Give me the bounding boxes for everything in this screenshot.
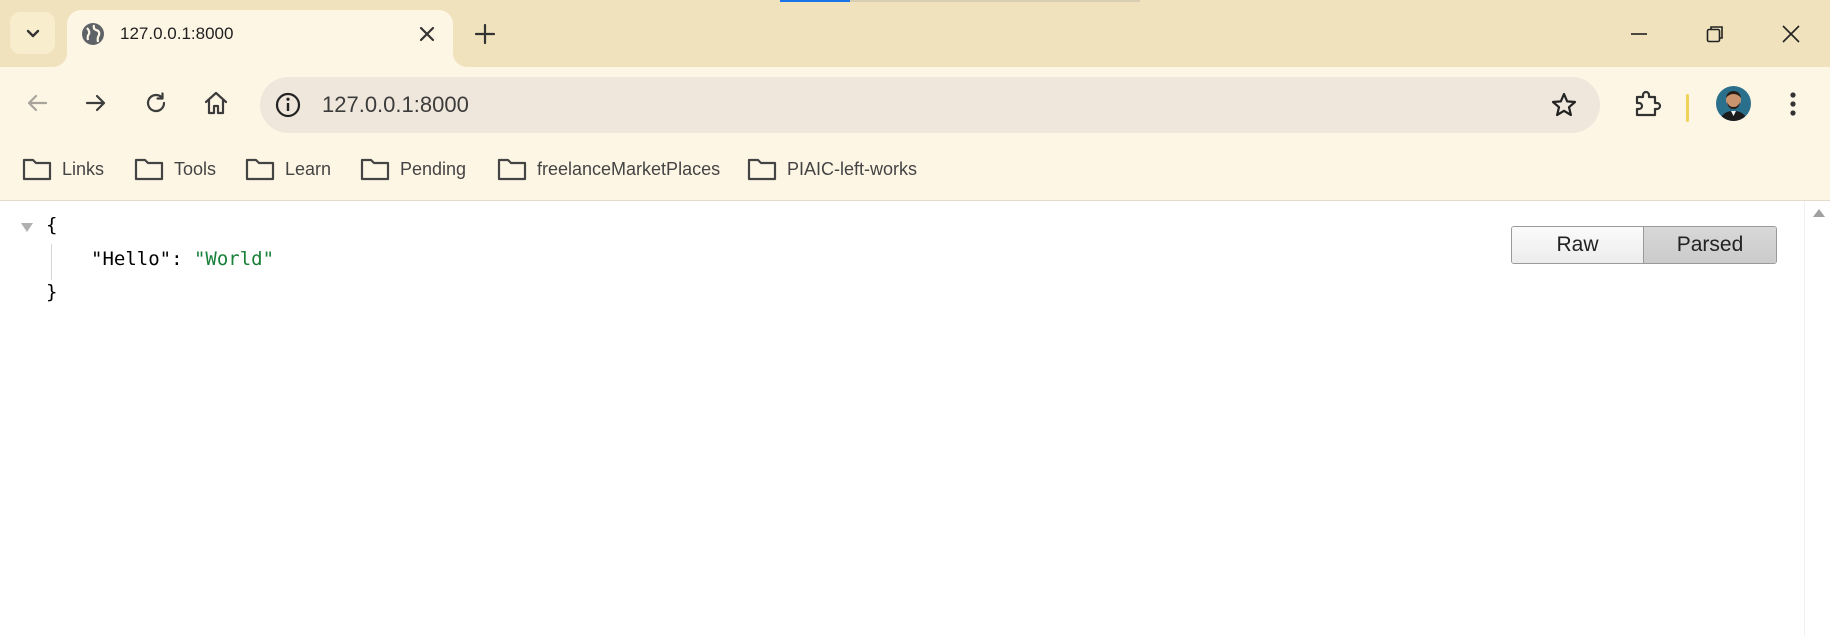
star-icon — [1551, 92, 1577, 117]
vertical-scrollbar[interactable] — [1804, 201, 1830, 636]
tab-title: 127.0.0.1:8000 — [120, 24, 234, 43]
bookmark-folder-tools[interactable]: Tools — [134, 149, 216, 189]
bookmark-folder-learn[interactable]: Learn — [245, 149, 331, 189]
bookmark-folder-freelancemarketplaces[interactable]: freelanceMarketPlaces — [497, 149, 720, 189]
avatar-icon — [1716, 86, 1751, 121]
bookmark-folder-piaic-left-works[interactable]: PIAIC-left-works — [747, 149, 917, 189]
restore-icon — [1706, 26, 1723, 43]
address-bar[interactable]: 127.0.0.1:8000 — [260, 77, 1600, 133]
json-separator: : — [171, 248, 194, 270]
bookmark-label: Learn — [285, 158, 332, 179]
parsed-view-button[interactable]: Parsed — [1644, 227, 1776, 263]
toolbar-separator — [1686, 94, 1689, 122]
bookmark-label: PIAIC-left-works — [787, 158, 918, 179]
bookmark-label: Tools — [174, 158, 217, 179]
json-open-brace: { — [46, 214, 58, 236]
chevron-down-icon — [26, 29, 39, 38]
restore-button[interactable] — [1697, 16, 1733, 52]
view-mode-toggle: Raw Parsed — [1511, 226, 1777, 264]
extensions-button[interactable] — [1627, 83, 1667, 123]
arrow-right-icon — [85, 94, 106, 112]
raw-view-button[interactable]: Raw — [1512, 227, 1644, 263]
more-vertical-icon — [1790, 92, 1796, 116]
browser-window: 127.0.0.1:8000 127.0.0.1:8000 Links Tool… — [0, 0, 1830, 636]
folder-icon — [134, 158, 164, 181]
scroll-up-arrow-icon[interactable] — [1813, 209, 1825, 217]
collapse-triangle-icon[interactable] — [21, 223, 33, 232]
close-icon — [1782, 25, 1800, 43]
bookmark-star-button[interactable] — [1548, 89, 1580, 121]
page-load-indicator — [780, 0, 850, 2]
bookmark-folder-pending[interactable]: Pending — [360, 149, 466, 189]
tab-close-button[interactable] — [415, 22, 439, 46]
json-property: "Hello": "World" — [91, 248, 274, 270]
bookmark-label: Pending — [400, 158, 467, 179]
puzzle-icon — [1635, 90, 1662, 117]
folder-icon — [747, 158, 777, 181]
bookmark-label: Links — [62, 158, 105, 179]
bookmarks-bar: Links Tools Learn Pending freelanceMarke… — [0, 137, 1830, 201]
minimize-icon — [1631, 33, 1647, 35]
new-tab-button[interactable] — [471, 20, 499, 48]
json-key: "Hello" — [91, 248, 172, 270]
reload-icon — [146, 92, 166, 113]
navigation-toolbar: 127.0.0.1:8000 — [0, 67, 1830, 137]
globe-icon — [82, 23, 104, 45]
bookmark-folder-links[interactable]: Links — [22, 149, 104, 189]
minimize-button[interactable] — [1621, 16, 1657, 52]
plus-icon — [474, 23, 496, 45]
json-indent-guide — [51, 244, 52, 280]
folder-icon — [22, 158, 52, 181]
tab-search-button[interactable] — [10, 12, 55, 54]
info-icon[interactable] — [274, 91, 302, 119]
profile-avatar[interactable] — [1716, 86, 1751, 121]
json-close-brace: } — [46, 281, 58, 303]
json-value: "World" — [193, 248, 275, 270]
folder-icon — [360, 158, 390, 181]
arrow-left-icon — [27, 94, 48, 112]
page-content: { "Hello": "World" } Raw Parsed — [0, 201, 1804, 636]
home-button[interactable] — [196, 83, 236, 123]
back-button[interactable] — [17, 83, 57, 123]
folder-icon — [497, 158, 527, 181]
url-text[interactable]: 127.0.0.1:8000 — [322, 92, 469, 118]
folder-icon — [245, 158, 275, 181]
tab-active[interactable]: 127.0.0.1:8000 — [67, 10, 453, 67]
browser-menu-button[interactable] — [1777, 84, 1809, 124]
bookmark-label: freelanceMarketPlaces — [537, 158, 721, 179]
home-icon — [204, 91, 228, 115]
forward-button[interactable] — [76, 83, 116, 123]
page-load-track — [850, 0, 1140, 2]
tab-strip: 127.0.0.1:8000 — [0, 0, 1830, 67]
close-window-button[interactable] — [1773, 16, 1809, 52]
reload-button[interactable] — [136, 83, 176, 123]
close-icon — [419, 26, 435, 42]
